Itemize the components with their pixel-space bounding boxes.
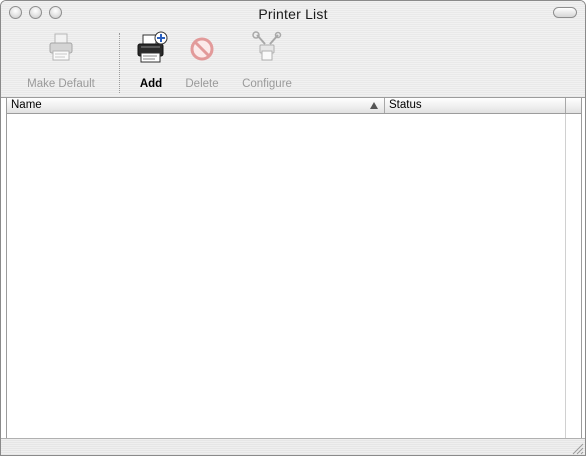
make-default-button[interactable]: Make Default [11,27,111,95]
vertical-scrollbar[interactable] [565,114,581,438]
column-header-name[interactable]: Name [7,98,385,113]
printer-list-window: Printer List Make Default Add Delete Con… [0,0,586,456]
add-button[interactable]: Add [129,27,173,95]
delete-icon [190,37,214,61]
sort-ascending-icon [370,102,378,109]
column-header-status[interactable]: Status [385,98,566,113]
add-label: Add [139,78,163,90]
column-status-label: Status [389,99,422,111]
toolbar-toggle-button[interactable] [553,7,577,18]
printer-table-body[interactable] [6,114,582,438]
resize-handle-icon[interactable] [570,441,584,455]
delete-label: Delete [185,78,219,90]
table-header: Name Status [6,97,582,114]
window-chrome: Printer List Make Default Add Delete Con… [1,1,585,98]
window-title: Printer List [258,6,328,22]
configure-tools-icon [252,31,282,61]
title-bar[interactable]: Printer List [1,1,585,25]
configure-button[interactable]: Configure [233,27,301,95]
printer-icon [49,33,73,61]
toolbar-separator [119,33,120,93]
window-bottom-bar [1,438,585,455]
add-printer-icon [137,31,168,63]
delete-button[interactable]: Delete [179,27,225,95]
toolbar: Make Default Add Delete Configure [1,27,585,95]
column-name-label: Name [11,99,42,111]
configure-label: Configure [242,78,292,90]
make-default-label: Make Default [27,78,95,90]
